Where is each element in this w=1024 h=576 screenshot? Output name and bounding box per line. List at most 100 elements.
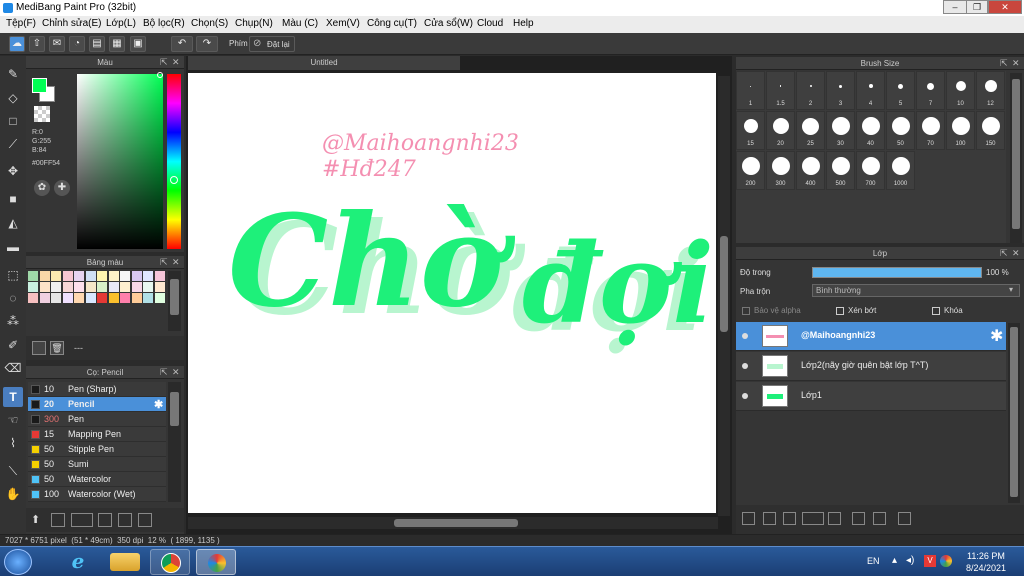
brush-size-option[interactable]: 150 [976,111,1005,150]
grid-icon[interactable]: ▦ [109,36,125,52]
eye-icon[interactable] [742,393,748,399]
brush-cloud-icon[interactable]: ⬆ [31,513,45,527]
chevron-up-icon[interactable]: ▴ [892,555,897,566]
menu-tools[interactable]: Công cụ(T) [367,18,417,29]
palette-swatch[interactable] [28,293,38,303]
vertical-scrollbar[interactable] [718,76,730,516]
palette-icon[interactable]: ✿ [34,180,50,196]
layer-row[interactable]: Lớp1 [736,382,1006,411]
brush-size-option[interactable]: 12 [976,71,1005,110]
move-tool-icon[interactable]: ✥ [3,161,23,181]
palette-swatch[interactable] [131,293,142,303]
opacity-slider[interactable] [812,267,982,278]
eraser-tool-icon[interactable]: ◇ [3,88,23,108]
palette-swatch[interactable] [154,271,165,281]
start-button[interactable] [4,549,32,575]
language-indicator[interactable]: EN [867,556,880,566]
brush-size-option[interactable]: 300 [766,151,795,190]
menu-color[interactable]: Màu (C) [282,18,318,29]
menu-view[interactable]: Xem(V) [326,18,360,29]
palette-swatch[interactable] [85,293,96,303]
palette-swatch[interactable] [108,271,119,281]
brush-size-option[interactable]: 20 [766,111,795,150]
picker-cursor[interactable] [157,72,163,78]
medibang-icon[interactable] [196,549,236,575]
popout-icon[interactable]: ⇱ [160,56,168,69]
speaker-icon[interactable]: ◂) [906,555,914,566]
menu-edit[interactable]: Chỉnh sửa(E) [42,18,102,29]
add-brush-icon[interactable] [71,513,93,527]
chat-icon[interactable]: ◔ [69,36,85,52]
brush-size-option[interactable]: 1 [736,71,765,110]
brush-list-item[interactable]: 300 Pen [28,412,166,427]
brush-size-option[interactable]: 400 [796,151,825,190]
gradient-tool-icon[interactable]: ▬ [3,237,23,257]
palette-swatch[interactable] [39,282,50,292]
layer-row[interactable]: @Maihoangnhi23 ✱ [736,322,1006,351]
minimize-button[interactable]: – [943,0,967,14]
palette-swatch[interactable] [131,282,142,292]
foreground-color-swatch[interactable] [32,78,47,93]
brush-size-option[interactable]: 70 [916,111,945,150]
palette-swatch[interactable] [120,293,130,303]
add-layer-menu-icon[interactable] [802,512,824,525]
undo-icon[interactable]: ↶ [171,36,193,52]
panels-icon[interactable]: ▣ [130,36,146,52]
hue-handle[interactable] [170,176,178,184]
brush-size-option[interactable]: 100 [946,111,975,150]
brush-size-option[interactable]: 700 [856,151,885,190]
brush-list-item[interactable]: 20 Pencil ✱ [28,397,166,412]
brush-size-option[interactable]: 4 [856,71,885,110]
dot-tool-icon[interactable]: ⟋ [3,134,23,154]
close-icon[interactable]: ✕ [1012,247,1020,260]
brush-size-scrollbar[interactable] [1010,73,1022,243]
layer-scrollbar[interactable] [1008,323,1020,503]
new-brush-icon[interactable] [51,513,65,527]
transparent-swatch[interactable] [34,106,50,122]
folder-icon[interactable] [110,553,140,571]
close-button[interactable]: ✕ [988,0,1022,14]
saturation-value-picker[interactable] [77,72,163,249]
gear-icon[interactable]: ✱ [154,398,163,411]
palette-swatch[interactable] [97,282,107,292]
palette-swatch[interactable] [131,271,142,281]
brush-size-option[interactable]: 500 [826,151,855,190]
close-icon[interactable]: ✕ [172,56,180,69]
brush-size-option[interactable]: 50 [886,111,915,150]
menu-help[interactable]: Help [513,18,534,29]
palette-swatch[interactable] [85,271,96,281]
brush-size-option[interactable]: 15 [736,111,765,150]
bucket-tool-icon[interactable]: ◭ [3,213,23,233]
palette-swatch[interactable] [74,282,84,292]
brush-size-option[interactable]: 1000 [886,151,915,190]
palette-swatch[interactable] [28,282,38,292]
eye-icon[interactable] [742,333,748,339]
brush-list-item[interactable]: 50 Watercolor [28,472,166,487]
palette-swatch[interactable] [51,282,61,292]
blend-mode-select[interactable]: Bình thường ▾ [812,284,1020,297]
brush-settings-icon[interactable] [98,513,112,527]
palette-grid[interactable] [28,271,168,325]
eyedropper-tool-icon[interactable]: ⌇ [3,433,23,453]
popout-icon[interactable]: ⇱ [1000,247,1008,260]
menu-file[interactable]: Tệp(F) [6,18,36,29]
palette-swatch[interactable] [97,271,107,281]
select-rect-tool-icon[interactable]: ⬚ [3,265,23,285]
palette-swatch[interactable] [51,293,61,303]
brush-list-item[interactable]: 50 Sumi [28,457,166,472]
duplicate-layer-icon[interactable] [852,512,865,525]
maximize-button[interactable]: ❐ [966,0,988,14]
magic-wand-tool-icon[interactable]: ⁂ [3,311,23,331]
brush-list-item[interactable]: 100 Watercolor (Wet) [28,487,166,502]
operation-tool-icon[interactable]: ☜ [3,410,23,430]
clock-date[interactable]: 8/24/2021 [966,563,1006,573]
upload-icon[interactable]: ⇧ [29,36,45,52]
merge-layer-icon[interactable] [873,512,886,525]
gear-icon[interactable]: ✱ [990,326,1003,346]
palette-swatch[interactable] [108,282,119,292]
menu-window[interactable]: Cửa sổ(W) [424,18,473,29]
medibang-tray-icon[interactable] [940,555,952,567]
brush-size-option[interactable]: 3 [826,71,855,110]
layer-folder-icon[interactable] [828,512,841,525]
palette-swatch[interactable] [85,282,96,292]
